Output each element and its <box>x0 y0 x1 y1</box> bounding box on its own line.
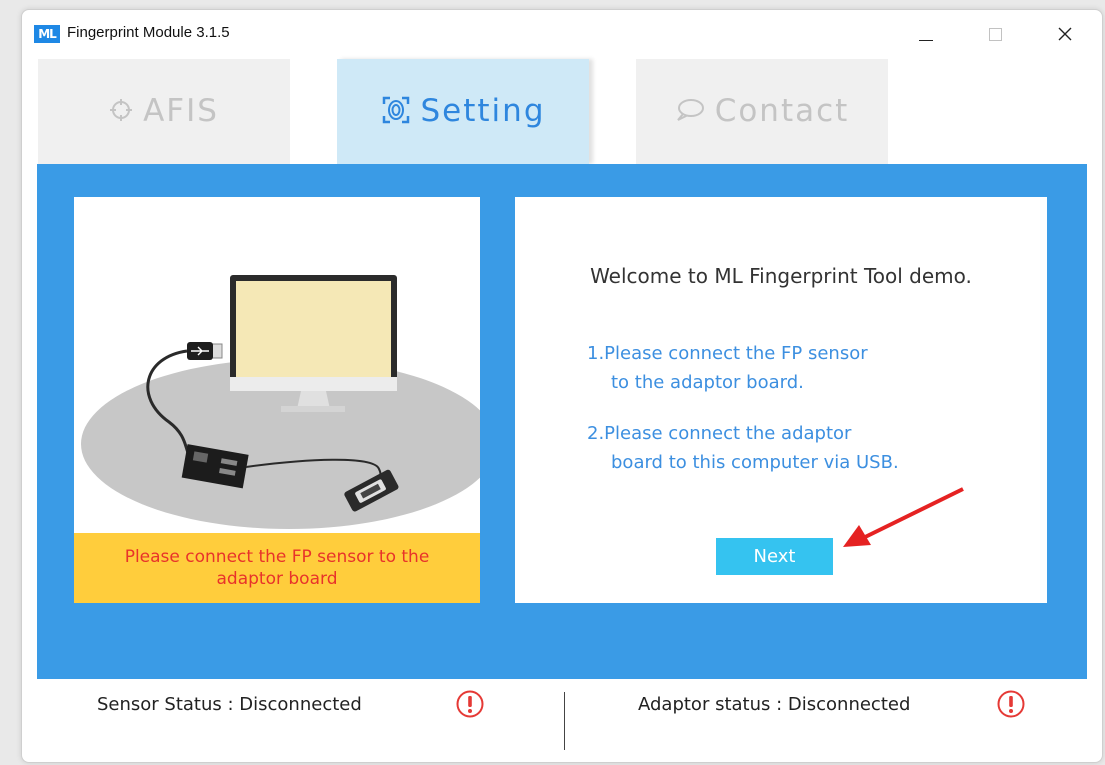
tab-contact[interactable]: Contact <box>636 59 888 164</box>
step-2-line-2: board to this computer via USB. <box>611 452 899 473</box>
computer-usb-illustration <box>81 275 480 529</box>
fingerprint-scan-icon <box>382 96 409 123</box>
title-bar: ML Fingerprint Module 3.1.5 <box>22 10 1102 56</box>
crosshair-icon <box>110 98 133 121</box>
step-1-line-1: 1.Please connect the FP sensor <box>587 343 868 364</box>
welcome-panel: Welcome to ML Fingerprint Tool demo. 1.P… <box>515 197 1047 603</box>
sensor-status-text: Sensor Status : Disconnected <box>97 694 362 715</box>
tab-setting[interactable]: Setting <box>337 59 589 164</box>
connection-instruction-caption: Please connect the FP sensor to the adap… <box>74 533 480 603</box>
tab-contact-label: Contact <box>714 93 850 129</box>
tab-afis[interactable]: AFIS <box>38 59 290 164</box>
red-arrow-annotation <box>843 487 964 547</box>
step-2-instruction: 2.Please connect the adaptor board to th… <box>587 419 899 477</box>
tab-setting-label: Setting <box>420 93 546 129</box>
maximize-button[interactable] <box>972 18 1018 50</box>
step-1-instruction: 1.Please connect the FP sensor to the ad… <box>587 339 868 397</box>
window-title: Fingerprint Module 3.1.5 <box>67 24 230 41</box>
minimize-icon <box>919 40 933 41</box>
sensor-alert-icon <box>456 690 484 718</box>
status-bar: Sensor Status : Disconnected Adaptor sta… <box>22 680 1102 760</box>
close-button[interactable] <box>1042 18 1088 50</box>
app-logo: ML <box>34 25 60 43</box>
speech-bubble-icon <box>676 98 704 121</box>
adaptor-alert-icon <box>997 690 1025 718</box>
step-1-line-2: to the adaptor board. <box>611 372 804 393</box>
tab-afis-label: AFIS <box>143 93 219 129</box>
caption-line-2: adaptor board <box>216 569 338 589</box>
connection-illustration-panel: Please connect the FP sensor to the adap… <box>74 197 480 603</box>
close-icon <box>1058 27 1072 41</box>
adaptor-status-text: Adaptor status : Disconnected <box>638 694 911 715</box>
maximize-icon <box>989 28 1002 41</box>
app-window: ML Fingerprint Module 3.1.5 AFIS Setting <box>21 9 1103 763</box>
welcome-heading: Welcome to ML Fingerprint Tool demo. <box>590 264 972 288</box>
caption-line-1: Please connect the FP sensor to the <box>124 547 430 567</box>
minimize-button[interactable] <box>902 18 948 50</box>
setting-content-area: Please connect the FP sensor to the adap… <box>37 164 1087 679</box>
status-divider <box>564 692 565 750</box>
step-2-line-1: 2.Please connect the adaptor <box>587 423 852 444</box>
next-button[interactable]: Next <box>716 538 833 575</box>
